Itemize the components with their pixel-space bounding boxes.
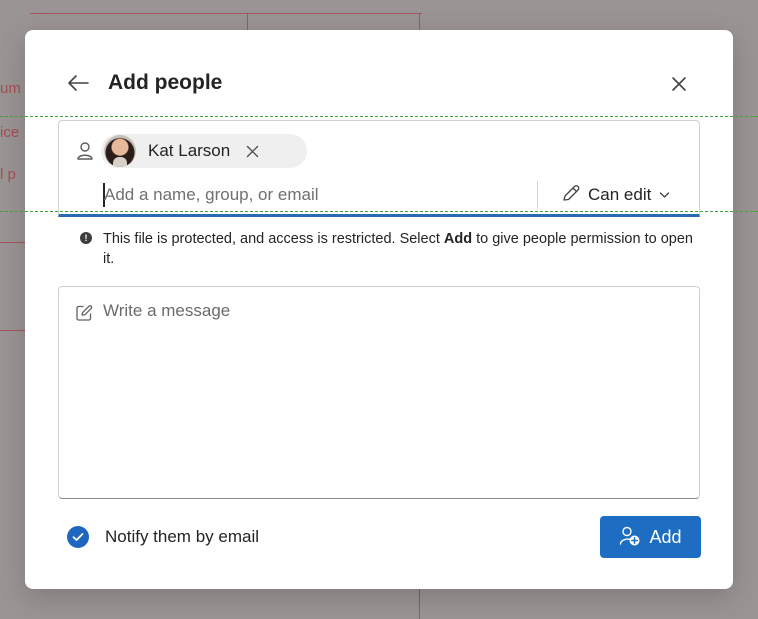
guide-line — [0, 211, 758, 212]
permission-dropdown[interactable]: Can edit — [561, 181, 670, 209]
background-line — [419, 13, 420, 31]
add-people-input[interactable] — [104, 180, 524, 210]
message-input[interactable] — [103, 301, 683, 489]
person-chip[interactable]: Kat Larson — [101, 134, 307, 168]
close-icon[interactable] — [666, 71, 692, 97]
chevron-down-icon — [659, 186, 670, 204]
background-line — [30, 13, 422, 14]
background-line — [0, 330, 25, 331]
add-button[interactable]: Add — [600, 516, 701, 558]
background-text: um — [0, 80, 21, 97]
guide-line — [0, 116, 758, 117]
add-button-label: Add — [649, 526, 682, 547]
add-people-dialog: Add people Kat Larson Add a name, group,… — [25, 30, 733, 589]
divider — [537, 181, 538, 209]
background-line — [419, 589, 420, 619]
background-line — [247, 13, 248, 31]
notify-label: Notify them by email — [105, 527, 259, 546]
protection-notice: This file is protected, and access is re… — [103, 231, 693, 267]
pencil-icon — [561, 183, 581, 208]
message-box — [58, 286, 700, 499]
permission-label: Can edit — [588, 185, 652, 204]
arrow-left-icon[interactable] — [65, 70, 91, 96]
compose-icon — [75, 304, 93, 322]
person-add-icon — [619, 525, 641, 550]
notify-checkbox[interactable]: Notify them by email — [67, 526, 259, 548]
background-text: l p — [0, 166, 16, 183]
people-picker[interactable]: Kat Larson Can edit — [58, 120, 700, 217]
avatar — [104, 135, 136, 167]
person-chip-name: Kat Larson — [148, 141, 231, 160]
background-text: ice — [0, 124, 20, 141]
remove-person-icon[interactable] — [244, 143, 260, 159]
info-icon: ! — [80, 232, 92, 244]
dialog-title: Add people — [108, 71, 223, 94]
background-line — [0, 242, 25, 243]
person-icon — [76, 141, 94, 161]
checkmark-icon — [67, 526, 89, 548]
